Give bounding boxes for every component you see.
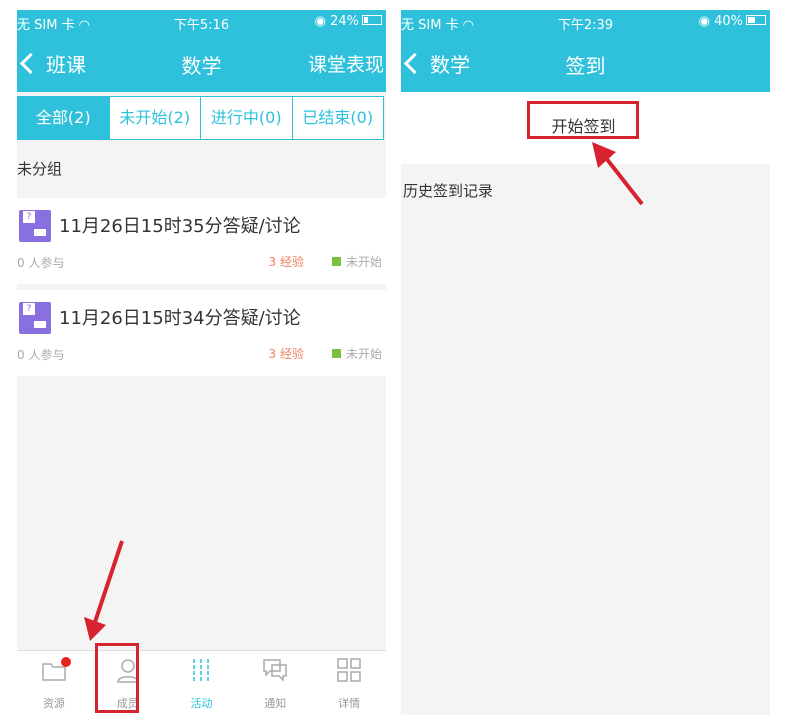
status-label: 未开始 — [345, 347, 382, 361]
arrow-up-icon — [592, 142, 644, 206]
activity-title: 11月26日15时35分答疑/讨论 — [59, 216, 301, 237]
status-label: 未开始 — [345, 255, 382, 269]
tab-all[interactable]: 全部(2) — [18, 97, 109, 139]
battery-percent: 40% — [714, 14, 743, 29]
list-item[interactable]: 11月26日15时34分答疑/讨论 0 人参与 3 经验 未开始 — [17, 290, 386, 376]
discussion-icon — [19, 210, 51, 242]
experience-points: 3 经验 — [268, 255, 304, 269]
page-title: 签到 — [565, 54, 606, 78]
nav-bar: 班课 数学 课堂表现 — [17, 34, 386, 92]
group-label: 未分组 — [17, 160, 63, 178]
members-tab-highlight-box — [95, 643, 139, 713]
bottom-tab-bar: 资源 成员 活动 通知 详情 — [17, 650, 386, 715]
battery-icon — [362, 15, 382, 25]
activity-icon — [193, 659, 210, 681]
list-item[interactable]: 11月26日15时35分答疑/讨论 0 人参与 3 经验 未开始 — [17, 198, 386, 284]
tab-in-progress[interactable]: 进行中(0) — [200, 97, 292, 139]
tab-finished[interactable]: 已结束(0) — [291, 97, 384, 139]
participant-count: 0 人参与 — [17, 256, 65, 270]
status-dot-icon — [331, 349, 341, 358]
experience-points: 3 经验 — [268, 347, 304, 361]
activity-title: 11月26日15时34分答疑/讨论 — [59, 308, 301, 329]
battery-percent: 24% — [330, 14, 359, 29]
status-bar: 无 SIM 卡 ◠ 下午5:16 ◉ 24% — [17, 10, 386, 34]
tab-label: 活动 — [190, 697, 213, 710]
status-badge: 未开始 — [331, 253, 382, 270]
status-bar: 无 SIM 卡 ◠ 下午2:39 ◉ 40% — [401, 10, 770, 34]
tab-activities[interactable]: 活动 — [165, 651, 239, 715]
nav-bar: 数学 签到 — [401, 34, 770, 92]
class-performance-button[interactable]: 课堂表现 — [308, 50, 384, 77]
tab-label: 资源 — [42, 697, 65, 710]
chat-icon — [263, 659, 288, 682]
tab-label: 通知 — [264, 697, 287, 710]
left-phone-screen: 无 SIM 卡 ◠ 下午5:16 ◉ 24% 班课 数学 课堂表现 全部(2) 未… — [17, 10, 386, 715]
grid-icon — [337, 658, 361, 682]
participant-count: 0 人参与 — [17, 348, 65, 362]
notification-dot — [61, 657, 71, 667]
status-badge: 未开始 — [331, 345, 382, 362]
discussion-icon — [19, 302, 51, 334]
tab-label: 详情 — [338, 697, 361, 710]
checkin-history-label[interactable]: 历史签到记录 — [403, 180, 493, 201]
alarm-icon: ◉ — [314, 14, 326, 29]
tab-resources[interactable]: 资源 — [17, 651, 91, 715]
tab-not-started[interactable]: 未开始(2) — [108, 97, 201, 139]
filter-tabs: 全部(2) 未开始(2) 进行中(0) 已结束(0) — [17, 96, 384, 140]
status-dot-icon — [331, 257, 341, 266]
arrow-down-icon — [84, 540, 124, 641]
tab-details[interactable]: 详情 — [312, 651, 386, 715]
alarm-icon: ◉ — [698, 14, 710, 29]
battery-icon — [746, 15, 766, 25]
checkin-button-highlight-box — [527, 101, 639, 139]
tab-notifications[interactable]: 通知 — [238, 651, 312, 715]
